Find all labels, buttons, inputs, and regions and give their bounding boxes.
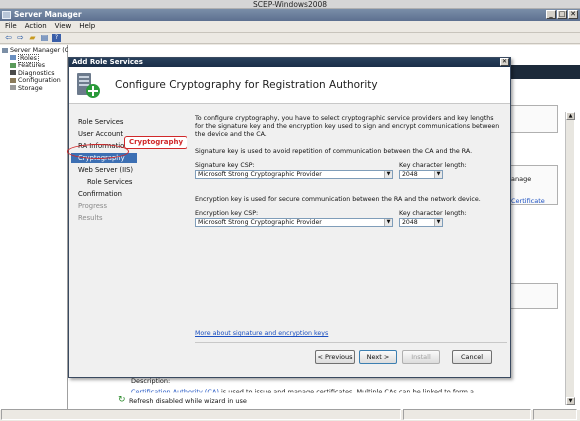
intro-text: To configure cryptography, you have to s… (195, 115, 500, 138)
scroll-up-arrow-icon[interactable]: ▲ (566, 112, 575, 120)
chevron-down-icon: ▼ (384, 171, 392, 178)
signature-length-label: Key character length: (399, 162, 467, 169)
signature-length-dropdown[interactable]: 2048 ▼ (399, 170, 443, 179)
server-role-icon (77, 73, 100, 98)
right-panel-text: anage (511, 175, 532, 183)
chevron-down-icon: ▼ (434, 171, 442, 178)
app-title: Server Manager (14, 10, 82, 19)
dialog-title: Add Role Services (72, 58, 143, 66)
diagnostics-icon (10, 70, 16, 75)
right-panel-link[interactable]: Certificate (511, 197, 545, 205)
step-user-account[interactable]: User Account (78, 129, 123, 139)
server-icon (2, 47, 8, 53)
features-icon (10, 62, 16, 68)
tree-item-features[interactable]: Features (0, 62, 67, 70)
toolbar: ⇦ ⇨ ▰ ▤ ? (0, 32, 580, 44)
add-role-services-dialog: Add Role Services ✕ Configure Cryptograp… (67, 57, 511, 378)
step-confirmation[interactable]: Confirmation (78, 189, 122, 199)
right-panel-box-3 (508, 283, 558, 309)
tree-item-configuration[interactable]: Configuration (0, 77, 67, 85)
menu-file[interactable]: File (5, 21, 17, 32)
refresh-icon: ↻ (118, 395, 126, 405)
highlight-ring (67, 144, 129, 159)
tree-item-roles[interactable]: Roles (0, 53, 67, 63)
encryption-description: Encryption key is used for secure commun… (195, 196, 481, 203)
tree-item-diagnostics[interactable]: Diagnostics (0, 70, 67, 78)
signature-csp-label: Signature key CSP: (195, 162, 255, 169)
menu-action[interactable]: Action (25, 21, 47, 32)
step-web-server-iis[interactable]: Web Server (IIS) (78, 165, 133, 175)
encryption-length-label: Key character length: (399, 210, 467, 217)
help-icon[interactable]: ? (52, 34, 61, 42)
status-bar-panel-2 (403, 409, 531, 420)
encryption-length-dropdown[interactable]: 2048 ▼ (399, 218, 443, 227)
back-arrow-icon[interactable]: ⇦ (4, 34, 13, 42)
tree-item-storage[interactable]: Storage (0, 85, 67, 93)
previous-button[interactable]: < Previous (315, 350, 355, 364)
show-hide-tree-icon[interactable]: ▤ (40, 34, 49, 42)
status-bar-panel-3 (533, 409, 577, 420)
description-link[interactable]: Certification Authority (CA) (131, 388, 219, 392)
dialog-close-button[interactable]: ✕ (500, 58, 509, 66)
more-about-keys-link[interactable]: More about signature and encryption keys (195, 330, 328, 337)
navigation-tree: Server Manager (C Roles Features Diagnos… (0, 45, 69, 410)
menu-view[interactable]: View (55, 21, 72, 32)
encryption-csp-label: Encryption key CSP: (195, 210, 259, 217)
server-manager-titlebar[interactable]: Server Manager _ □ ✕ (0, 9, 580, 21)
up-folder-icon[interactable]: ▰ (28, 34, 37, 42)
forward-arrow-icon[interactable]: ⇨ (16, 34, 25, 42)
details-scrollbar[interactable]: ▲ ▼ (565, 112, 575, 405)
storage-icon (10, 85, 16, 90)
menu-help[interactable]: Help (79, 21, 95, 32)
signature-description: Signature key is used to avoid repetitio… (195, 148, 473, 155)
description-text: is used to issue and manage certificates… (221, 388, 475, 396)
dialog-header: Configure Cryptography for Registration … (69, 67, 510, 104)
menu-bar: File Action View Help (0, 21, 580, 32)
close-window-button[interactable]: ✕ (568, 10, 578, 19)
chevron-down-icon: ▼ (384, 219, 392, 226)
status-bar-panel-1 (1, 409, 401, 420)
maximize-button[interactable]: □ (557, 10, 567, 19)
configuration-icon (10, 77, 16, 83)
refresh-status-text: Refresh disabled while wizard in use (129, 397, 247, 405)
status-bar (0, 408, 580, 421)
dialog-titlebar[interactable]: Add Role Services ✕ (69, 58, 510, 67)
step-results: Results (78, 214, 103, 222)
minimize-button[interactable]: _ (546, 10, 556, 19)
button-separator (195, 342, 507, 343)
scroll-down-arrow-icon[interactable]: ▼ (566, 397, 575, 405)
wizard-content: To configure cryptography, you have to s… (187, 104, 510, 377)
server-manager-app-icon (2, 11, 11, 19)
step-role-services[interactable]: Role Services (78, 117, 123, 127)
right-panel-box-1 (508, 105, 558, 133)
vm-window-title: SCEP-Windows2008 (0, 0, 580, 9)
cancel-button[interactable]: Cancel (452, 350, 492, 364)
step-iis-role-services[interactable]: Role Services (87, 177, 132, 187)
encryption-csp-dropdown[interactable]: Microsoft Strong Cryptographic Provider ▼ (195, 218, 393, 227)
signature-csp-dropdown[interactable]: Microsoft Strong Cryptographic Provider ▼ (195, 170, 393, 179)
description-label: Description: (131, 377, 171, 385)
install-button: Install (402, 350, 440, 364)
dialog-header-title: Configure Cryptography for Registration … (115, 79, 378, 91)
chevron-down-icon: ▼ (434, 219, 442, 226)
step-progress: Progress (78, 202, 108, 210)
cryptography-callout: Cryptography (124, 136, 188, 149)
roles-icon (10, 55, 16, 60)
next-button[interactable]: Next > (359, 350, 397, 364)
